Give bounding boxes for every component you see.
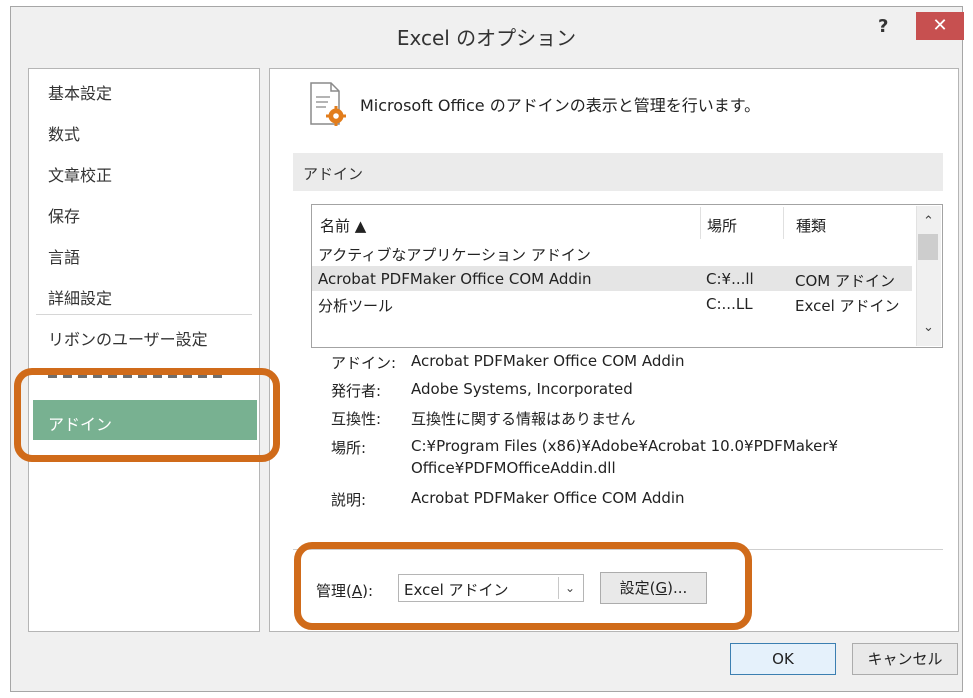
row-type[interactable]: Excel アドイン: [795, 295, 900, 316]
sidebar-item-proofing[interactable]: 文章校正: [48, 162, 112, 186]
highlight-ring-manage: [294, 542, 752, 630]
title-bar: Excel のオプション ? ✕: [10, 6, 964, 60]
sidebar-item-save[interactable]: 保存: [48, 203, 80, 227]
row-name[interactable]: 分析ツール: [318, 295, 393, 316]
help-icon[interactable]: ?: [878, 16, 888, 37]
highlight-ring-sidebar: [14, 368, 280, 462]
detail-publisher-label: 発行者:: [331, 382, 382, 400]
section-label: アドイン: [303, 165, 364, 183]
detail-publisher-value: Adobe Systems, Incorporated: [411, 380, 633, 398]
list-group-label: アクティブなアプリケーション アドイン: [318, 246, 591, 264]
scrollbar-thumb[interactable]: [918, 234, 938, 260]
column-header-name[interactable]: 名前 ▲: [320, 215, 366, 236]
detail-desc-label: 説明:: [331, 491, 367, 509]
sidebar-item-advanced[interactable]: 詳細設定: [48, 285, 112, 309]
row-location[interactable]: C:...LL: [706, 295, 753, 313]
sidebar: [28, 68, 260, 632]
column-divider[interactable]: [700, 207, 701, 239]
cancel-button[interactable]: キャンセル: [852, 643, 958, 675]
column-header-type[interactable]: 種類: [796, 215, 826, 236]
detail-addin-label: アドイン:: [331, 354, 397, 372]
detail-location-label: 場所:: [331, 439, 367, 457]
detail-compat-value: 互換性に関する情報はありません: [411, 410, 636, 428]
row-type[interactable]: COM アドイン: [795, 270, 895, 291]
detail-location-value: C:¥Program Files (x86)¥Adobe¥Acrobat 10.…: [411, 437, 839, 455]
row-location[interactable]: C:¥...ll: [706, 270, 754, 288]
close-button[interactable]: ✕: [916, 12, 964, 40]
sidebar-divider: [36, 314, 252, 315]
header-description: Microsoft Office のアドインの表示と管理を行います。: [360, 96, 761, 115]
sidebar-item-customize-ribbon[interactable]: リボンのユーザー設定: [48, 326, 208, 350]
column-divider[interactable]: [783, 207, 784, 239]
detail-desc-value: Acrobat PDFMaker Office COM Addin: [411, 489, 685, 507]
gear-document-icon: [310, 82, 346, 126]
sidebar-item-general[interactable]: 基本設定: [48, 80, 112, 104]
window-title: Excel のオプション: [396, 26, 577, 50]
sidebar-item-formulas[interactable]: 数式: [48, 121, 80, 145]
detail-location-value-cont: Office¥PDFMOfficeAddin.dll: [411, 459, 616, 477]
ok-button[interactable]: OK: [730, 643, 836, 675]
column-header-location[interactable]: 場所: [707, 215, 737, 236]
section-header: [293, 153, 943, 191]
row-name[interactable]: Acrobat PDFMaker Office COM Addin: [318, 270, 592, 288]
chevron-up-icon[interactable]: ⌃: [916, 214, 941, 229]
chevron-down-icon[interactable]: ⌄: [916, 320, 941, 335]
sidebar-item-language[interactable]: 言語: [48, 244, 80, 268]
detail-addin-value: Acrobat PDFMaker Office COM Addin: [411, 352, 685, 370]
detail-compat-label: 互換性:: [331, 410, 382, 428]
